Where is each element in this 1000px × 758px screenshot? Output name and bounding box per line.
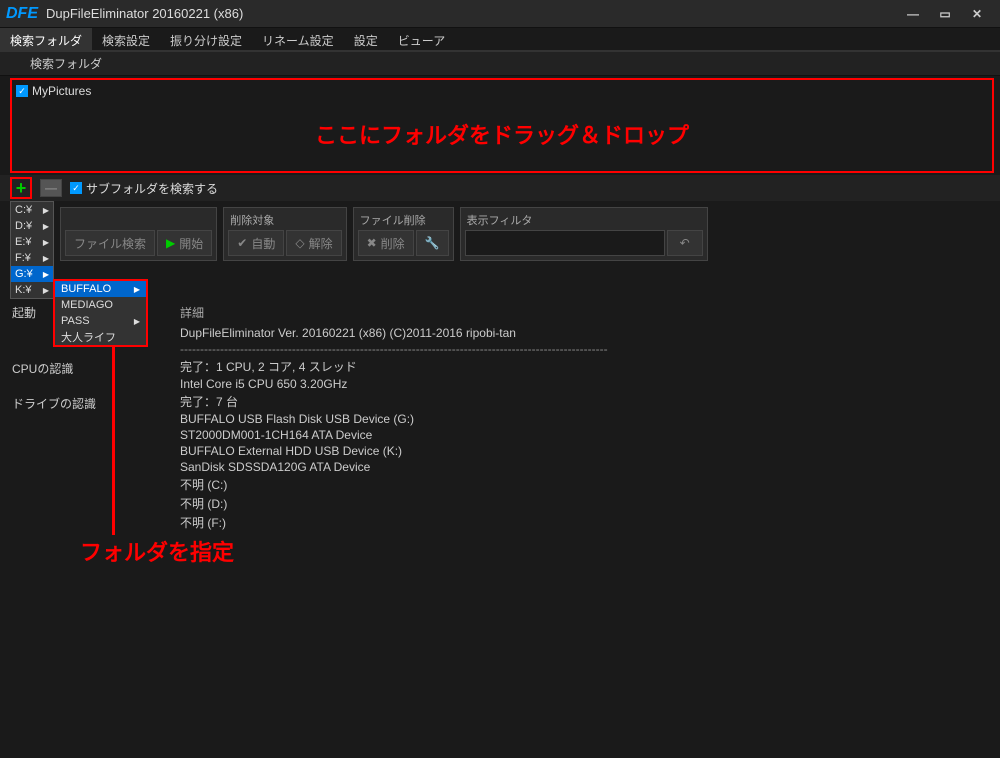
side-panel: 起動 CPUの認識 ドライブの認識 [10,300,180,532]
remove-folder-button[interactable]: — [40,179,62,197]
tab-search-folder[interactable]: 検索フォルダ [0,28,92,50]
detail-drive-5: 不明 (C:) [180,475,994,494]
filter-group: 表示フィルタ ↶ [460,207,708,261]
drive-f[interactable]: F:¥▶ [11,250,53,266]
folder-dropzone[interactable]: ✓ MyPictures ここにフォルダをドラッグ＆ドロップ [10,78,994,173]
tab-viewer[interactable]: ビューア [388,28,456,50]
filter-input[interactable] [465,230,665,256]
add-folder-button[interactable]: + [10,177,32,199]
maximize-button[interactable]: ▭ [936,5,954,23]
check-icon: ✔ [237,236,247,250]
annotation-text: フォルダを指定 [80,535,234,567]
detail-drive-3: BUFFALO External HDD USB Device (K:) [180,443,994,459]
tab-search-settings[interactable]: 検索設定 [92,28,160,50]
file-search-button[interactable]: ファイル検索 [65,230,155,256]
drive-context-menu: C:¥▶ D:¥▶ E:¥▶ F:¥▶ G:¥▶ K:¥▶ [10,201,54,299]
tab-rename-settings[interactable]: リネーム設定 [252,28,344,50]
subfolder-checkbox[interactable]: ✓ [70,182,82,194]
detail-cpu-done: 完了：1 CPU, 2 コア, 4 スレッド [180,357,994,376]
folder-item[interactable]: ✓ MyPictures [16,84,988,98]
detail-drive-7: 不明 (F:) [180,513,994,532]
main-tabs: 検索フォルダ 検索設定 振り分け設定 リネーム設定 設定 ビューア [0,28,1000,52]
folder-name: MyPictures [32,84,91,98]
details-area: 起動 CPUの認識 ドライブの認識 詳細 DupFileEliminator V… [10,300,994,532]
folder-toolbar: + — ✓ サブフォルダを検索する [0,175,1000,201]
drive-c[interactable]: C:¥▶ [11,202,53,218]
detail-separator: ----------------------------------------… [180,341,994,357]
detail-drive-6: 不明 (D:) [180,494,994,513]
delete-target-header: 削除対象 [226,210,343,228]
window-title: DupFileEliminator 20160221 (x86) [46,6,904,21]
delete-target-group: 削除対象 ✔自動 ◇解除 [223,207,346,261]
wrench-icon: 🔧 [425,236,440,250]
window-controls: — ▭ ✕ [904,5,1000,23]
action-groups: ファイル検索 ▶開始 削除対象 ✔自動 ◇解除 ファイル削除 ✖削除 🔧 表示フ… [60,207,708,261]
detail-drive-2: ST2000DM001-1CH164 ATA Device [180,427,994,443]
clear-icon: ◇ [295,236,304,250]
delete-button[interactable]: ✖削除 [358,230,414,256]
detail-drive-4: SanDisk SDSSDA120G ATA Device [180,459,994,475]
undo-icon: ↶ [680,236,690,250]
detail-drive-1: BUFFALO USB Flash Disk USB Device (G:) [180,411,994,427]
x-icon: ✖ [367,236,377,250]
clear-button[interactable]: ◇解除 [286,230,341,256]
undo-button[interactable]: ↶ [667,230,703,256]
file-delete-header: ファイル削除 [356,210,451,228]
drive-e[interactable]: E:¥▶ [11,234,53,250]
start-button[interactable]: ▶開始 [157,230,212,256]
tool-button[interactable]: 🔧 [416,230,449,256]
side-drive: ドライブの認識 [10,391,180,426]
titlebar: DFE DupFileEliminator 20160221 (x86) — ▭… [0,0,1000,28]
detail-header: 詳細 [180,300,994,325]
detail-drive-done: 完了：7 台 [180,392,994,411]
side-boot: 起動 [10,300,180,335]
file-delete-group: ファイル削除 ✖削除 🔧 [353,207,454,261]
search-group-header [63,210,214,228]
annotation-line [112,347,115,535]
detail-body: 詳細 DupFileEliminator Ver. 20160221 (x86)… [180,300,994,532]
auto-button[interactable]: ✔自動 [228,230,284,256]
search-group: ファイル検索 ▶開始 [60,207,217,261]
minimize-button[interactable]: — [904,5,922,23]
close-button[interactable]: ✕ [968,5,986,23]
detail-cpu-model: Intel Core i5 CPU 650 3.20GHz [180,376,994,392]
subfolder-label: サブフォルダを検索する [86,180,218,197]
drive-row: C:¥▶ D:¥▶ E:¥▶ F:¥▶ G:¥▶ K:¥▶ BUFFALO▶ M… [0,201,1000,297]
submenu-buffalo[interactable]: BUFFALO▶ [55,281,146,297]
tab-sort-settings[interactable]: 振り分け設定 [160,28,252,50]
tab-settings[interactable]: 設定 [344,28,388,50]
filter-header: 表示フィルタ [463,210,705,228]
app-logo: DFE [6,5,38,23]
drive-g[interactable]: G:¥▶ [11,266,53,282]
detail-version: DupFileEliminator Ver. 20160221 (x86) (C… [180,325,994,341]
side-cpu: CPUの認識 [10,335,180,391]
subfolder-checkbox-row[interactable]: ✓ サブフォルダを検索する [70,180,218,197]
drive-d[interactable]: D:¥▶ [11,218,53,234]
panel-header: 検索フォルダ [0,52,1000,76]
play-icon: ▶ [166,236,175,250]
folder-checkbox[interactable]: ✓ [16,85,28,97]
drive-k[interactable]: K:¥▶ [11,282,53,298]
dropzone-overlay-text: ここにフォルダをドラッグ＆ドロップ [12,118,992,150]
